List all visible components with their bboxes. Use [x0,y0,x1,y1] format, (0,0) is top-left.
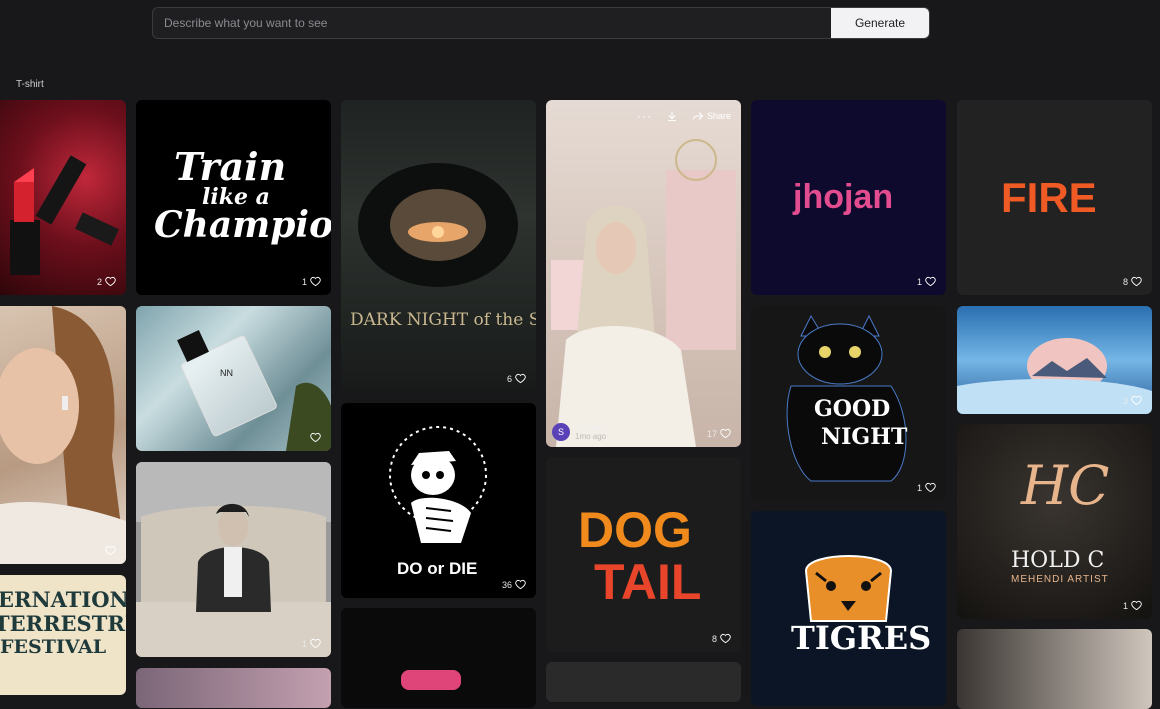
card-fire[interactable]: FIRE 8 [957,100,1152,295]
tigres-title: TIGRES [791,619,932,657]
like-count[interactable]: 1 [1123,600,1142,611]
woman-portrait-image [0,306,126,564]
card-partial-col6[interactable] [957,629,1152,709]
heart-icon [515,373,526,384]
heart-icon [925,276,936,287]
card-portrait-hovered[interactable]: ··· Share S sirellaia 1mo ago 17 [546,100,741,447]
good-night-line-1: GOOD [814,396,891,422]
good-night-line-2: NIGHT [821,424,908,450]
like-count[interactable]: 3 [1123,395,1142,406]
avatar: S [552,422,570,441]
like-count[interactable] [105,545,116,556]
prompt-input[interactable] [153,8,831,38]
card-ice-cave[interactable]: 3 [957,306,1152,414]
author-name: sirellaia [575,422,606,432]
dark-night-image [358,163,518,287]
do-or-die-title: DO or DIE [397,559,478,578]
champion-line-3: Champion [154,204,331,246]
like-count[interactable]: 8 [1123,276,1142,287]
section-label: T-shirt [16,79,44,90]
heart-icon [1131,395,1142,406]
heart-icon [310,432,321,443]
like-count[interactable]: 1 [302,276,321,287]
card-partial-col4[interactable] [546,662,741,702]
like-count[interactable]: 1 [302,638,321,649]
like-count[interactable]: 1 [917,276,936,287]
card-boy-sofa[interactable]: 1 [136,462,331,657]
card-good-night-cat[interactable]: GOOD NIGHT 1 [751,306,946,501]
heart-icon [720,633,731,644]
card-perfume-bottle[interactable]: NN [136,306,331,451]
heart-icon [720,428,731,439]
card-dark-night-soul[interactable]: DARK NIGHT of the SOUL 6 [341,100,536,392]
heart-icon [925,482,936,493]
heart-icon [105,545,116,556]
card-do-or-die[interactable]: DO or DIE 36 [341,403,536,598]
like-count[interactable]: 17 [707,428,731,439]
prompt-bar: Generate [152,7,930,39]
heart-icon [310,276,321,287]
lipstick-image [10,155,119,275]
fire-logo: FIRE [1001,174,1097,221]
hold-c-subtitle: MEHENDI ARTIST [1011,574,1109,585]
heart-icon [1131,600,1142,611]
like-count[interactable]: 2 [97,276,116,287]
card-train-champion[interactable]: Train like a Champion 1 [136,100,331,295]
card-partial-col3[interactable] [341,608,536,708]
poster-line-2: TERRESTRIAL [0,611,126,636]
heart-icon [105,276,116,287]
card-tigres[interactable]: TIGRES [751,511,946,706]
dog-tail-line-1: DOG [578,502,692,558]
card-actions: ··· Share [637,109,731,123]
boy-sofa-image [136,462,331,657]
like-count[interactable]: 1 [917,482,936,493]
champion-line-1: Train [174,144,287,189]
like-count[interactable]: 6 [507,373,526,384]
top-bar: Generate [0,0,1160,50]
card-author[interactable]: S sirellaia 1mo ago [552,422,606,441]
share-button[interactable]: Share [692,110,731,122]
tiger-logo-image [804,555,893,622]
poster-line-1: ERNATIONAL [0,587,126,612]
generate-button[interactable]: Generate [831,8,929,38]
heart-icon [310,638,321,649]
dog-tail-line-2: TAIL [594,554,702,610]
card-woman-portrait[interactable] [0,306,126,564]
like-count[interactable]: 36 [502,579,526,590]
card-dog-tail[interactable]: DOG TAIL 8 [546,457,741,652]
like-count[interactable]: 8 [712,633,731,644]
like-count[interactable] [307,432,321,443]
card-jhojan[interactable]: jhojan 1 [751,100,946,295]
hold-c-monogram: HC [1021,454,1110,517]
perfume-label: NN [220,368,233,378]
card-partial-col2[interactable] [136,668,331,708]
card-hold-c[interactable]: HC HOLD C MEHENDI ARTIST 1 [957,424,1152,619]
more-options-button[interactable]: ··· [637,109,652,123]
heart-icon [515,579,526,590]
heart-icon [1131,276,1142,287]
card-lipstick[interactable]: 2 [0,100,126,295]
share-label: Share [706,111,731,121]
hold-c-title: HOLD C [1011,548,1105,573]
download-icon[interactable] [666,110,678,122]
dark-night-title: DARK NIGHT of the SOUL [350,310,536,330]
portrait-woman-image [551,139,736,447]
partial-logo-image [401,670,461,690]
card-festival-poster[interactable]: ERNATIONAL TERRESTRIAL FESTIVAL [0,575,126,695]
share-icon [692,112,704,120]
perfume-image [177,330,331,451]
poster-line-3: FESTIVAL [0,636,107,658]
post-time: 1mo ago [575,432,607,441]
jhojan-logo: jhojan [793,178,894,216]
